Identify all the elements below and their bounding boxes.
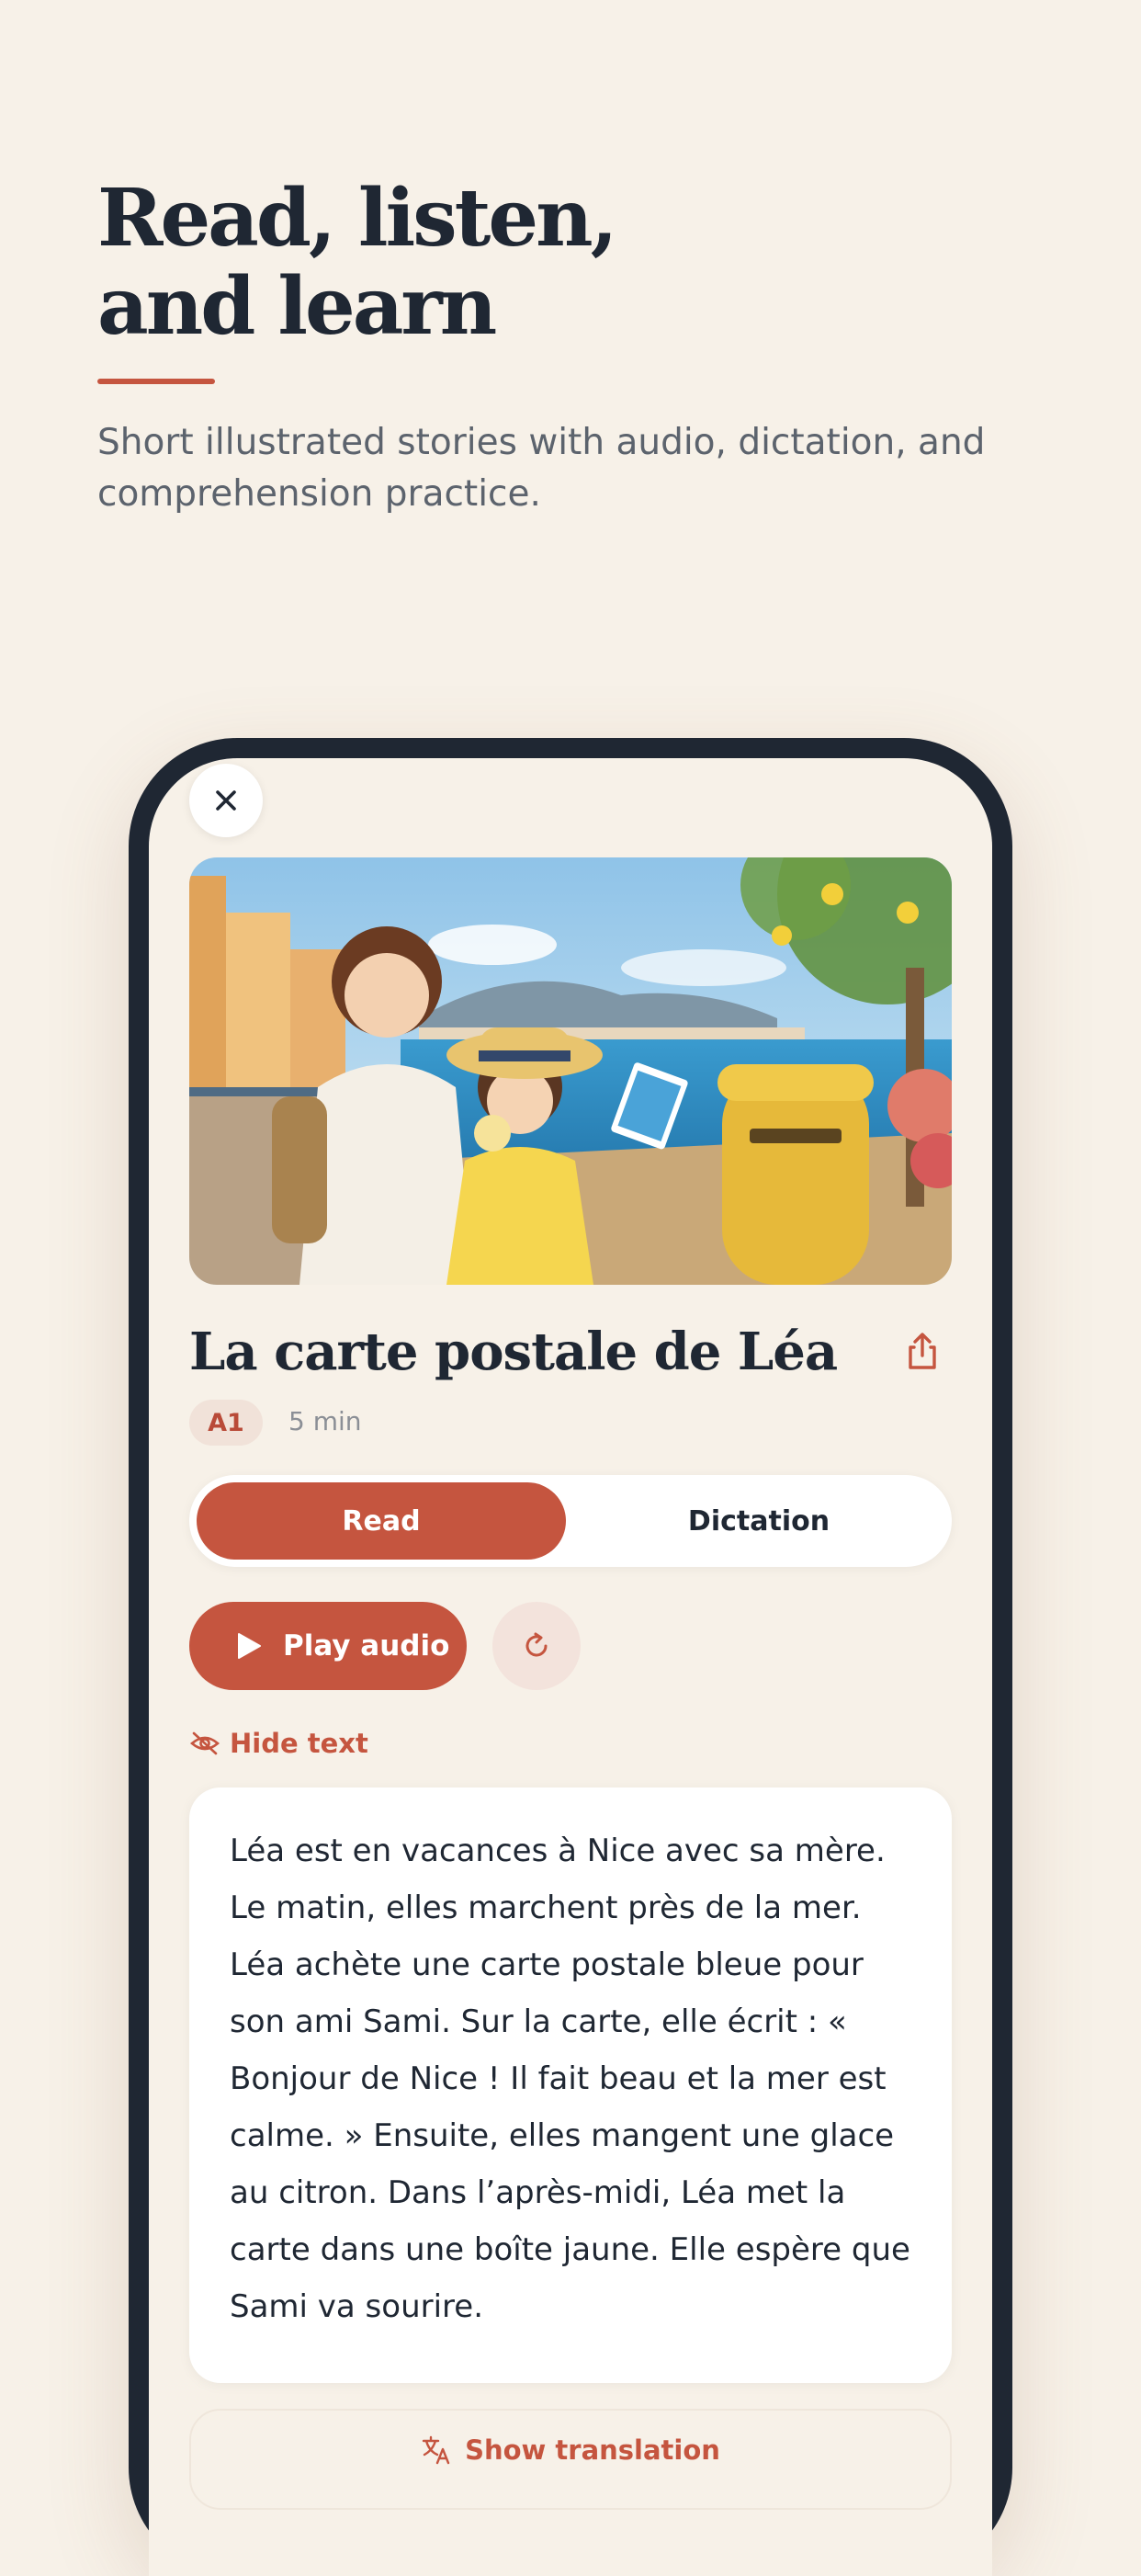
show-translation-button[interactable]: Show translation: [189, 2409, 952, 2510]
hero-accent-rule: [97, 379, 215, 384]
play-audio-label: Play audio: [283, 1629, 450, 1662]
close-icon: [216, 790, 236, 811]
story-title: La carte postale de Léa: [189, 1322, 838, 1382]
hero-title: Read, listen, and learn: [97, 175, 1044, 351]
share-button[interactable]: [900, 1330, 944, 1374]
level-badge: A1: [189, 1400, 263, 1446]
phone-screen: La carte postale de Léa A1 5 min Read Di…: [149, 758, 992, 2576]
hero-title-line-1: Read, listen,: [97, 172, 618, 265]
share-icon: [909, 1333, 936, 1369]
replay-button[interactable]: [492, 1602, 581, 1690]
close-button[interactable]: [189, 764, 263, 837]
reading-duration: 5 min: [288, 1406, 362, 1436]
eye-off-icon: [189, 1731, 220, 1755]
tab-read[interactable]: Read: [197, 1482, 566, 1560]
story-illustration: [189, 857, 952, 1285]
show-translation-label: Show translation: [465, 2434, 720, 2466]
hide-text-toggle[interactable]: Hide text: [189, 1723, 368, 1764]
phone-frame: La carte postale de Léa A1 5 min Read Di…: [129, 738, 1012, 2576]
play-icon: [235, 1631, 263, 1661]
tab-dictation[interactable]: Dictation: [573, 1482, 944, 1560]
play-audio-button[interactable]: Play audio: [189, 1602, 467, 1690]
story-text-card: Léa est en vacances à Nice avec sa mère.…: [189, 1787, 952, 2383]
hero-section: Read, listen, and learn Short illustrate…: [97, 175, 1044, 520]
mode-segmented-control: Read Dictation: [189, 1475, 952, 1567]
translate-icon: [421, 2434, 452, 2508]
hero-title-line-2: and learn: [97, 260, 497, 353]
replay-icon: [525, 1632, 548, 1657]
hide-text-label: Hide text: [230, 1728, 368, 1759]
story-text: Léa est en vacances à Nice avec sa mère.…: [230, 1833, 910, 2325]
hero-subtitle: Short illustrated stories with audio, di…: [97, 422, 986, 515]
